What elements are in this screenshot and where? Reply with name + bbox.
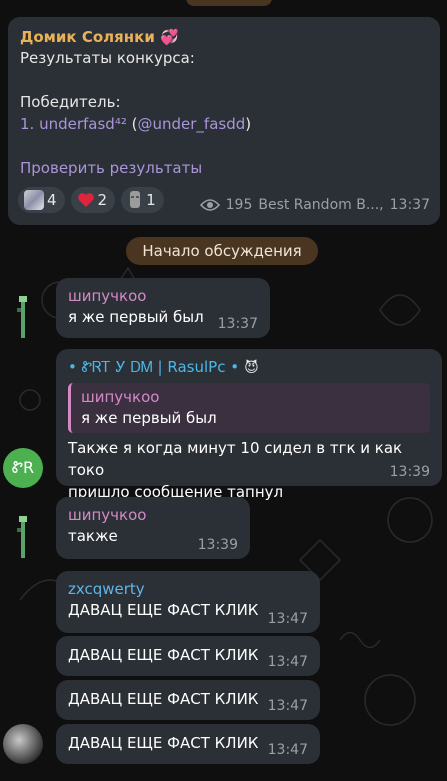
message-time: 13:39: [389, 464, 430, 480]
reactions-bar: 4 2 1: [18, 187, 164, 213]
avatar-rasulpc[interactable]: ᏑR: [3, 448, 43, 488]
message-time: 13:47: [267, 698, 308, 714]
avatar-zxcqwerty[interactable]: [3, 724, 43, 764]
winner-handle-open: (: [126, 115, 138, 133]
post-winner-line: 1. underfasd⁴² (@under_fasdd): [20, 113, 428, 135]
winner-name: 1. underfasd⁴²: [20, 115, 127, 133]
eye-icon: [199, 199, 220, 211]
avatar-shipuchkoo-2[interactable]: [10, 510, 36, 560]
bot-signature: Best Random B...,: [258, 197, 384, 213]
reaction-count: 4: [47, 191, 57, 209]
channel-post[interactable]: Домик Солянки 💞 Результаты конкурса: Поб…: [8, 17, 440, 225]
reaction-image[interactable]: 4: [18, 187, 65, 213]
reaction-count: 2: [97, 191, 108, 209]
avatar-shipuchkoo[interactable]: [10, 290, 36, 340]
winner-handle-close: ): [245, 115, 252, 133]
channel-title[interactable]: Домик Солянки 💞: [20, 27, 428, 47]
reaction-heart[interactable]: 2: [70, 187, 116, 213]
post-winner-label: Победитель:: [20, 93, 121, 111]
moai-icon: [130, 191, 141, 208]
check-results-link[interactable]: Проверить результаты: [20, 157, 428, 179]
message-bubble[interactable]: ДАВАЦ ЕЩЕ ФАСТ КЛИК 13:47: [56, 636, 320, 676]
post-meta: 195 Best Random B..., 13:37: [199, 197, 430, 213]
message-time: 13:47: [267, 611, 308, 627]
post-line-results: Результаты конкурса:: [20, 49, 195, 67]
discussion-start-divider: Начало обсуждения: [126, 237, 318, 265]
message-time: 13:47: [267, 654, 308, 670]
sender-emoji: 😈: [244, 360, 259, 376]
message-bubble-reply[interactable]: • ᏑᏒᎢ Ꭹ ᎠᎷ | RasulPc • 😈 шипучкоо я же п…: [56, 349, 442, 501]
message-bubble[interactable]: ДАВАЦ ЕЩЕ ФАСТ КЛИК 13:47: [56, 724, 320, 764]
post-blank-line-2: [20, 135, 428, 157]
winner-handle-link[interactable]: @under_fasdd: [137, 115, 245, 133]
avatar-initials: ᏑR: [11, 458, 35, 477]
message-bubble[interactable]: zxcqwerty ДАВАЦ ЕЩЕ ФАСТ КЛИК 13:47: [56, 571, 320, 633]
reaction-count: 1: [146, 191, 156, 209]
sender-name[interactable]: шипучкоо: [68, 286, 258, 306]
message-time: 13:39: [197, 537, 238, 553]
post-time: 13:37: [389, 197, 430, 213]
message-bubble[interactable]: ДАВАЦ ЕЩЕ ФАСТ КЛИК 13:47: [56, 680, 320, 720]
message-bubble[interactable]: шипучкоо также 13:39: [56, 497, 250, 559]
heart-icon: [77, 193, 94, 207]
message-text-line-1: Также я когда минут 10 сидел в тгк и как…: [68, 439, 403, 479]
views-count: 195: [225, 197, 253, 213]
sprite-avatar-icon: [17, 516, 27, 558]
reaction-statue[interactable]: 1: [121, 187, 164, 213]
sprite-avatar-icon: [17, 296, 27, 338]
sender-name[interactable]: шипучкоо: [68, 505, 238, 525]
sender-name[interactable]: zxcqwerty: [68, 579, 308, 599]
sender-line: • ᏑᏒᎢ Ꭹ ᎠᎷ | RasulPc • 😈: [68, 357, 430, 377]
message-bubble[interactable]: шипучкоо я же первый был 13:37: [56, 278, 270, 338]
reaction-image-icon: [24, 190, 44, 210]
sender-name[interactable]: • ᏑᏒᎢ Ꭹ ᎠᎷ | RasulPc •: [68, 358, 239, 376]
previous-message-stub: [186, 0, 272, 6]
quote-sender: шипучкоо: [81, 388, 160, 406]
quote-text: я же первый был: [81, 409, 217, 427]
reply-quote[interactable]: шипучкоо я же первый был: [68, 383, 430, 433]
message-time: 13:37: [217, 316, 258, 332]
message-time: 13:47: [267, 742, 308, 758]
